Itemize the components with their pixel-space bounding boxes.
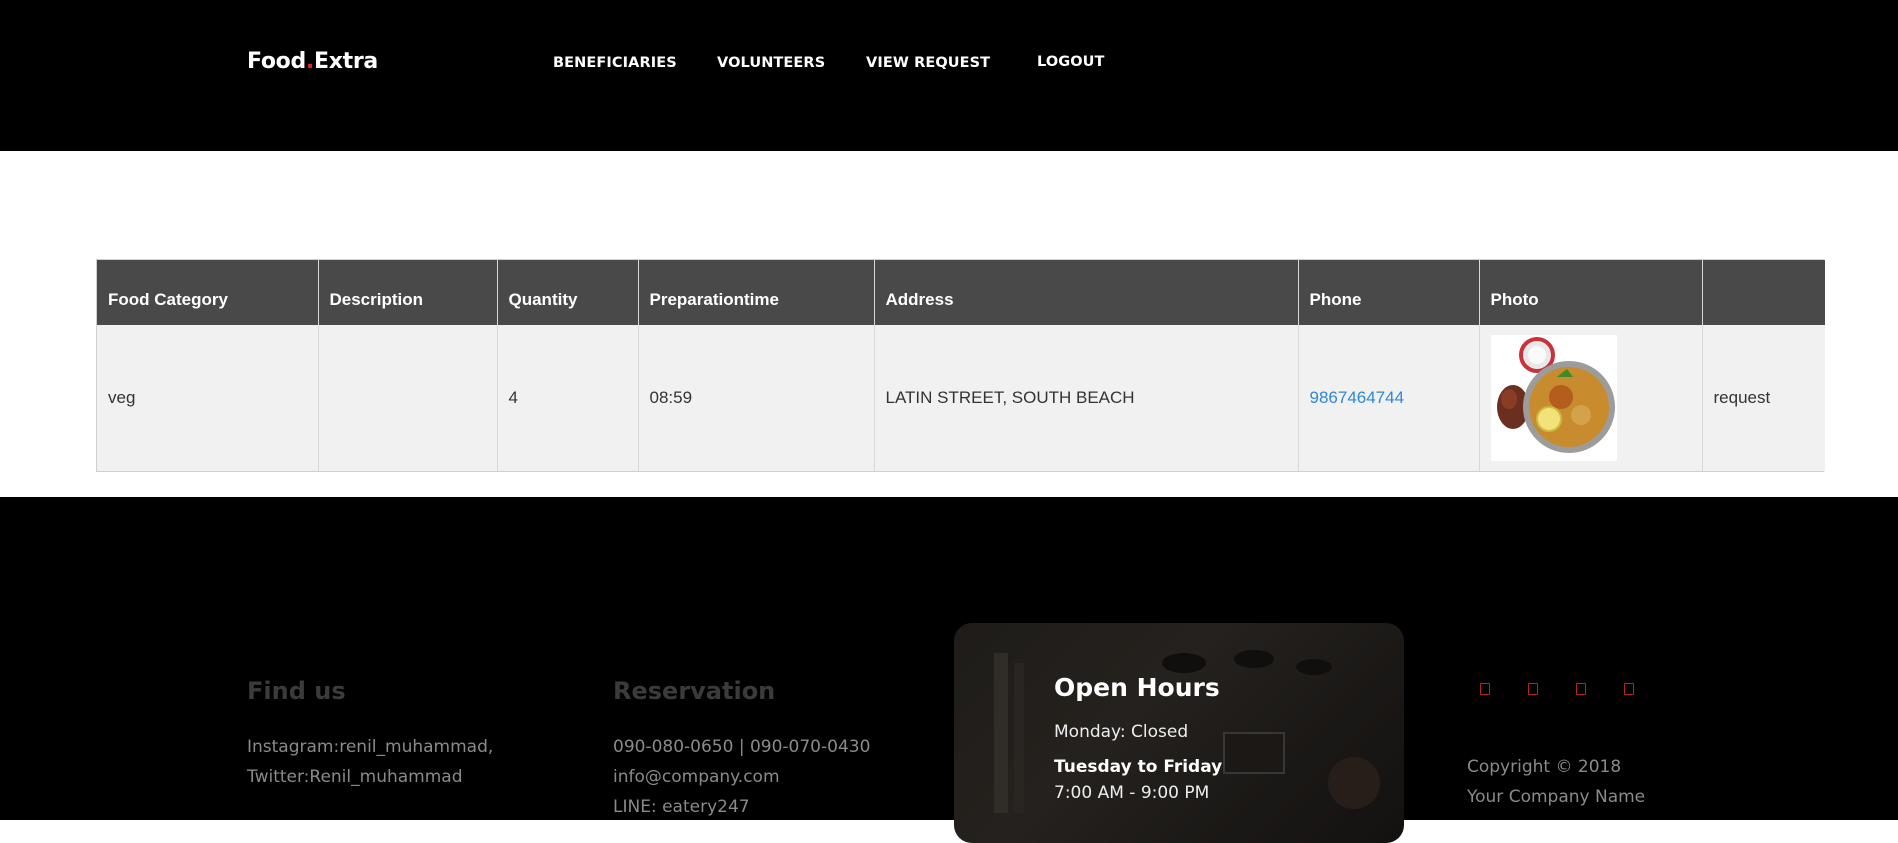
instagram-icon[interactable] <box>1576 683 1586 695</box>
hours-monday: Monday: Closed <box>1054 722 1189 742</box>
cell-phone: 9867464744 <box>1298 325 1480 471</box>
col-header-phone: Phone <box>1298 260 1480 325</box>
find-us-info: Instagram:renil_muhammad, Twitter:Renil_… <box>247 732 493 792</box>
logo-text-extra: Extra <box>313 49 378 74</box>
footer-find-us: Find us <box>247 677 346 705</box>
open-hours-card: Open Hours Monday: Closed Tuesday to Fri… <box>954 623 1404 843</box>
cell-preparation-time: 08:59 <box>638 325 875 471</box>
nav-view-request[interactable]: VIEW REQUEST <box>866 55 990 71</box>
nav-logout[interactable]: LOGOUT <box>1037 54 1105 70</box>
find-us-instagram: Instagram:renil_muhammad, <box>247 737 494 757</box>
reservation-phones: 090-080-0650 | 090-070-0430 <box>613 737 871 757</box>
cell-request-action: request <box>1702 325 1825 471</box>
copyright-line: Copyright © 2018 <box>1467 757 1622 777</box>
phone-link[interactable]: 9867464744 <box>1310 388 1405 407</box>
col-header-description: Description <box>318 260 498 325</box>
hours-tue-fri-time: 7:00 AM - 9:00 PM <box>1054 783 1210 803</box>
site-header: Food.Extra BENEFICIARIES VOLUNTEERS VIEW… <box>0 0 1898 151</box>
twitter-icon[interactable] <box>1528 683 1538 695</box>
hours-tue-fri-label: Tuesday to Friday <box>1054 757 1223 777</box>
open-hours-title: Open Hours <box>1054 673 1220 702</box>
reservation-email: info@company.com <box>613 767 780 787</box>
table-header-row: Food Category Description Quantity Prepa… <box>97 260 1825 325</box>
request-link[interactable]: request <box>1714 388 1771 407</box>
facebook-icon[interactable] <box>1480 683 1490 695</box>
table-row: veg 4 08:59 LATIN STREET, SOUTH BEACH 98… <box>97 325 1825 471</box>
nav-volunteers[interactable]: VOLUNTEERS <box>717 55 825 71</box>
site-logo[interactable]: Food.Extra <box>247 49 378 74</box>
nav-beneficiaries[interactable]: BENEFICIARIES <box>553 55 677 71</box>
cell-food-category: veg <box>97 325 319 471</box>
col-header-address: Address <box>874 260 1299 325</box>
logo-text-food: Food <box>247 49 306 74</box>
food-request-table: Food Category Description Quantity Prepa… <box>96 259 1825 472</box>
col-header-food-category: Food Category <box>97 260 319 325</box>
company-name: Your Company Name <box>1467 787 1646 807</box>
find-us-title: Find us <box>247 677 346 705</box>
reservation-title: Reservation <box>613 677 776 705</box>
cell-photo <box>1479 325 1703 471</box>
col-header-photo: Photo <box>1479 260 1703 325</box>
reservation-info: 090-080-0650 | 090-070-0430 info@company… <box>613 732 870 822</box>
col-header-action <box>1702 260 1825 325</box>
col-header-quantity: Quantity <box>497 260 639 325</box>
cell-address: LATIN STREET, SOUTH BEACH <box>874 325 1299 471</box>
open-hours-content: Open Hours Monday: Closed Tuesday to Fri… <box>1054 673 1222 803</box>
cell-quantity: 4 <box>497 325 639 471</box>
reservation-line: LINE: eatery247 <box>613 797 750 817</box>
footer-reservation: Reservation <box>613 677 775 705</box>
find-us-twitter: Twitter:Renil_muhammad <box>247 767 463 787</box>
logo-dot: . <box>305 49 314 74</box>
site-footer: Find us Instagram:renil_muhammad, Twitte… <box>0 497 1898 843</box>
col-header-preparation-time: Preparationtime <box>638 260 875 325</box>
food-photo <box>1490 335 1617 461</box>
footer-copyright: Copyright © 2018 Your Company Name <box>1467 752 1645 812</box>
cell-description <box>318 325 498 471</box>
google-icon[interactable] <box>1624 683 1634 695</box>
